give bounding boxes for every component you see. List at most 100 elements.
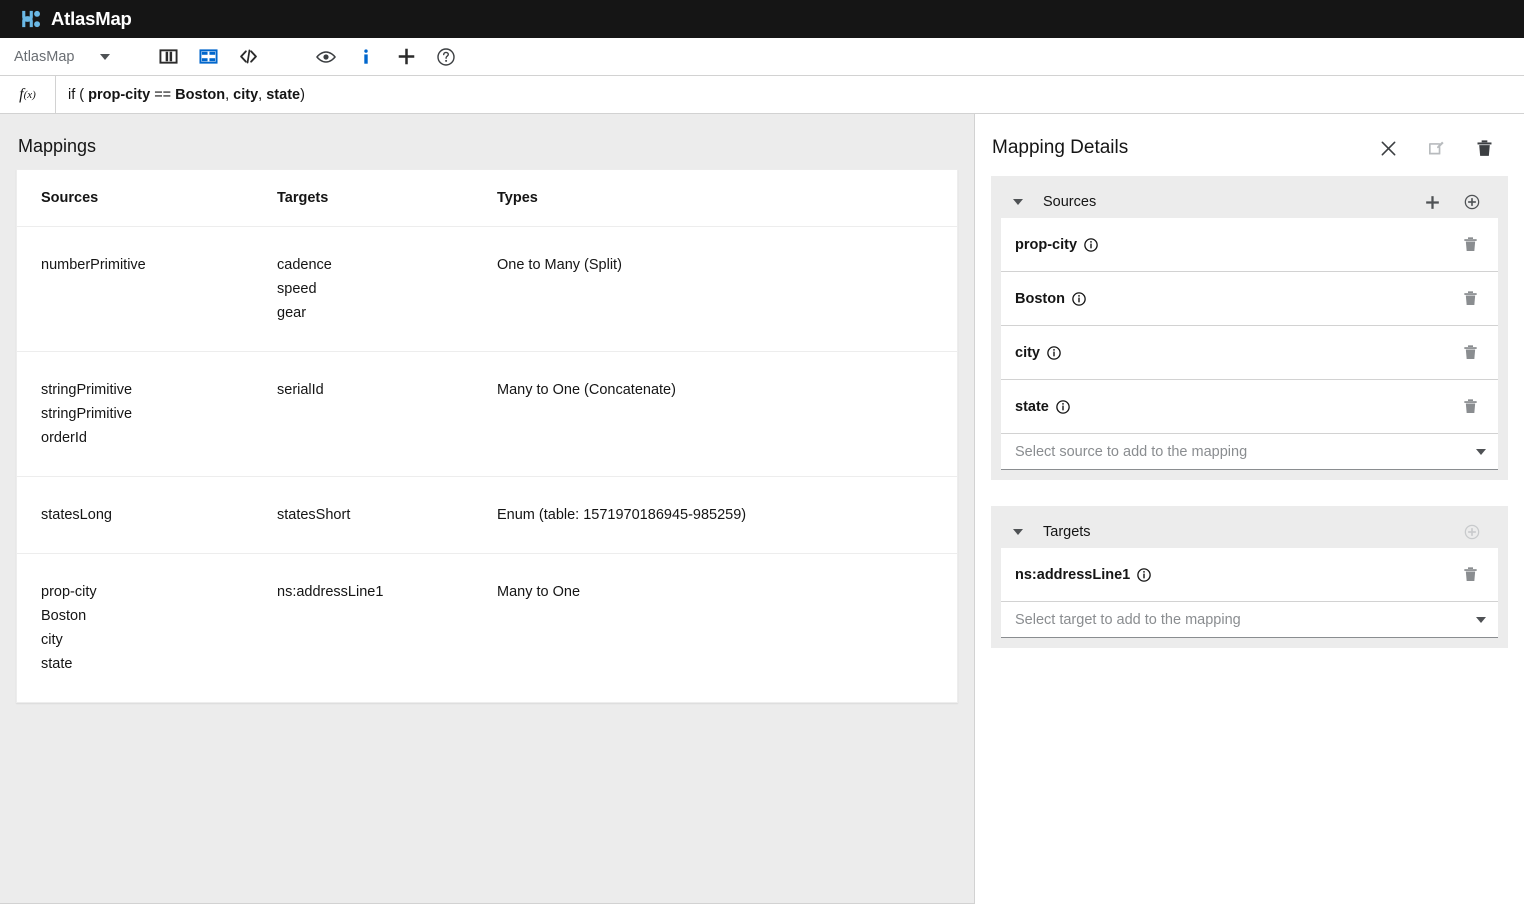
mappings-pane: Mappings Sources Targets Types numberPri… <box>0 114 975 904</box>
formula-token-3: Boston <box>175 86 226 103</box>
cell-value: cadence <box>277 257 332 273</box>
cell-types: Many to One <box>497 580 933 676</box>
column-header-targets: Targets <box>277 190 329 206</box>
cell-value: One to Many (Split) <box>497 257 622 273</box>
context-selector-label: AtlasMap <box>14 48 75 65</box>
remove-field-icon[interactable] <box>1456 391 1484 423</box>
plus-icon[interactable] <box>386 38 426 76</box>
source-select-placeholder: Select source to add to the mapping <box>1015 443 1248 460</box>
add-target-circle-icon[interactable] <box>1452 516 1492 548</box>
list-item[interactable]: state <box>1001 380 1498 434</box>
brand[interactable]: AtlasMap <box>20 8 132 30</box>
chevron-down-icon <box>1476 448 1486 455</box>
cell-targets: cadence speed gear <box>277 253 497 325</box>
add-constant-property-icon[interactable] <box>1412 186 1452 218</box>
cell-value: orderId <box>41 430 87 446</box>
table-row[interactable]: prop-city Boston city state ns:addressLine1 M… <box>17 554 957 702</box>
targets-field-list: ns:addressLine1 <box>1001 548 1498 602</box>
sources-section: Sources prop-city Boston city state Sele… <box>991 176 1508 480</box>
remove-field-icon[interactable] <box>1456 559 1484 591</box>
field-name: prop-city <box>1015 237 1456 253</box>
formula-token-7: state <box>266 86 301 103</box>
field-name-label: Boston <box>1015 290 1065 307</box>
cell-value: speed <box>277 281 317 297</box>
caret-down-icon[interactable] <box>1013 199 1023 205</box>
formula-token-2: == <box>150 86 176 103</box>
add-source-circle-icon[interactable] <box>1452 186 1492 218</box>
cell-targets: statesShort <box>277 503 497 527</box>
masthead: AtlasMap <box>0 0 1524 38</box>
atlasmap-logo-icon <box>22 10 40 28</box>
formula-input[interactable]: if ( prop-city == Boston, city, state) <box>56 76 1524 113</box>
formula-bar: f (x) if ( prop-city == Boston, city, sta… <box>0 76 1524 114</box>
table-row[interactable]: numberPrimitive cadence speed gear One to Ma… <box>17 227 957 352</box>
cell-value: statesShort <box>277 507 351 523</box>
field-name: Boston <box>1015 291 1456 307</box>
caret-down-icon[interactable] <box>1013 529 1023 535</box>
cell-value: Boston <box>41 608 87 624</box>
page-title: Mappings <box>18 136 97 156</box>
cell-value: prop-city <box>41 584 97 600</box>
info-icon[interactable] <box>346 38 386 76</box>
trash-icon[interactable] <box>1460 128 1508 168</box>
mapping-details-title: Mapping Details <box>992 137 1129 158</box>
eye-icon[interactable] <box>306 38 346 76</box>
close-icon[interactable] <box>1364 128 1412 168</box>
list-item[interactable]: Boston <box>1001 272 1498 326</box>
sources-field-list: prop-city Boston city state <box>1001 218 1498 434</box>
field-name: state <box>1015 399 1456 415</box>
table-view-icon[interactable] <box>188 38 228 76</box>
cell-value: gear <box>277 305 307 321</box>
list-item[interactable]: prop-city <box>1001 218 1498 272</box>
cell-types: One to Many (Split) <box>497 253 933 325</box>
formula-token-4: , <box>225 86 234 103</box>
formula-token-0: if ( <box>68 86 89 103</box>
target-select-placeholder: Select target to add to the mapping <box>1015 611 1241 628</box>
targets-section: Targets ns:addressLine1 Select target to… <box>991 506 1508 648</box>
context-selector[interactable]: AtlasMap <box>14 48 111 65</box>
cell-types: Many to One (Concatenate) <box>497 378 933 450</box>
columns-view-icon[interactable] <box>148 38 188 76</box>
brand-name: AtlasMap <box>51 8 132 29</box>
info-circle-icon[interactable] <box>1072 291 1086 306</box>
mapping-details-pane: Mapping Details Sources prop-city Boston… <box>975 114 1524 910</box>
cell-sources: stringPrimitive stringPrimitive orderId <box>41 378 277 450</box>
remove-field-icon[interactable] <box>1456 337 1484 369</box>
list-item[interactable]: city <box>1001 326 1498 380</box>
table-row[interactable]: stringPrimitive stringPrimitive orderId ser… <box>17 352 957 477</box>
chevron-down-icon <box>100 53 111 60</box>
cell-value: serialId <box>277 382 324 398</box>
table-row[interactable]: statesLong statesShort Enum (table: 157197… <box>17 477 957 554</box>
cell-value: Many to One (Concatenate) <box>497 382 676 398</box>
code-view-icon[interactable] <box>228 38 268 76</box>
cell-value: Many to One <box>497 584 581 600</box>
cell-sources: prop-city Boston city state <box>41 580 277 676</box>
body: Mappings Sources Targets Types numberPri… <box>0 114 1524 910</box>
remove-field-icon[interactable] <box>1456 283 1484 315</box>
info-circle-icon[interactable] <box>1056 399 1070 414</box>
help-icon[interactable] <box>426 38 466 76</box>
targets-section-header: Targets <box>1001 516 1498 548</box>
cell-value: numberPrimitive <box>41 257 146 273</box>
info-circle-icon[interactable] <box>1047 345 1061 360</box>
cell-value: state <box>41 656 73 672</box>
field-name-label: state <box>1015 398 1049 415</box>
field-name-label: prop-city <box>1015 236 1078 253</box>
edit-icon[interactable] <box>1412 128 1460 168</box>
target-select[interactable]: Select target to add to the mapping <box>1001 602 1498 638</box>
formula-token-6: , <box>258 86 267 103</box>
cell-value: Enum (table: 1571970186945-985259) <box>497 507 747 523</box>
field-name-label: ns:addressLine1 <box>1015 566 1131 583</box>
info-circle-icon[interactable] <box>1137 567 1152 582</box>
remove-field-icon[interactable] <box>1456 229 1484 261</box>
field-name: city <box>1015 345 1456 361</box>
cell-value: city <box>41 632 63 648</box>
cell-value: statesLong <box>41 507 112 523</box>
list-item[interactable]: ns:addressLine1 <box>1001 548 1498 602</box>
table-body: numberPrimitive cadence speed gear One to Ma… <box>17 227 957 702</box>
source-select[interactable]: Select source to add to the mapping <box>1001 434 1498 470</box>
cell-sources: statesLong <box>41 503 277 527</box>
mappings-table: Sources Targets Types numberPrimitive cad… <box>16 169 958 703</box>
info-circle-icon[interactable] <box>1084 237 1098 252</box>
fx-label: f (x) <box>0 76 56 113</box>
